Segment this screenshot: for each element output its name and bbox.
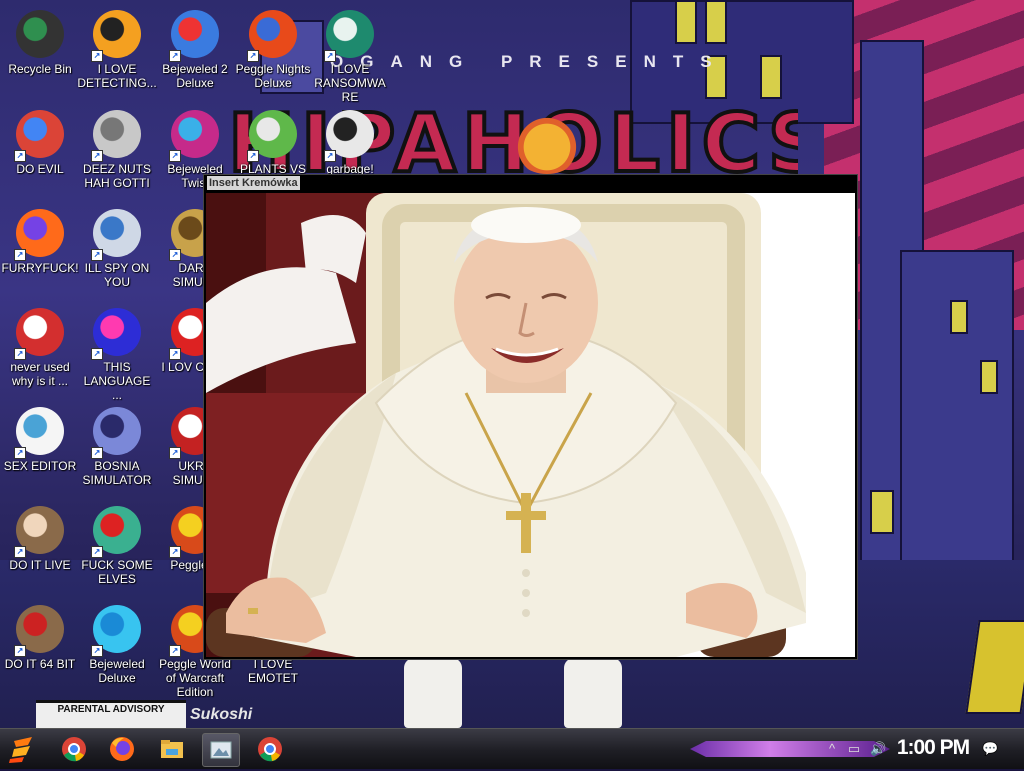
recycle-bin-icon: [16, 10, 64, 58]
desktop-icon[interactable]: ↗ ILL SPY ON YOU: [77, 203, 157, 299]
desktop-icon-label: I LOVE RANSOMWARE: [314, 62, 386, 104]
start-logo-icon: [9, 737, 32, 763]
shortcut-arrow-icon: ↗: [91, 249, 103, 261]
desktop-icon[interactable]: ↗ BOSNIA SIMULATOR: [77, 401, 157, 497]
wallpaper-window: [980, 360, 998, 394]
desktop-icon-label: FUCK SOME ELVES: [81, 558, 153, 586]
desktop-icon[interactable]: ↗ SEX EDITOR: [0, 401, 80, 497]
desktop-icon-label: BOSNIA SIMULATOR: [82, 459, 152, 487]
desktop-icon-label: I LOVE EMOTET: [248, 657, 298, 685]
shortcut-arrow-icon: ↗: [14, 546, 26, 558]
desktop-icon-label: DO IT LIVE: [9, 558, 71, 572]
shortcut-arrow-icon: ↗: [91, 447, 103, 459]
taskbar: ^ ▭ 🔊 1:00 PM 💬: [0, 728, 1024, 769]
desktop-icon-label: never used why is it ...: [10, 360, 70, 388]
desktop-icon[interactable]: ↗ Peggle Nights Deluxe: [233, 4, 313, 100]
desktop-icon[interactable]: ↗ DEEZ NUTS HAH GOTTI: [77, 104, 157, 200]
desktop-icon[interactable]: ↗ never used why is it ...: [0, 302, 80, 398]
chrome-icon: [258, 737, 282, 762]
wallpaper-window: [705, 0, 727, 44]
firefox-icon: [110, 737, 134, 761]
taskbar-file-explorer-button[interactable]: [154, 733, 190, 765]
taskbar-photo-viewer-button[interactable]: [202, 733, 240, 767]
shortcut-arrow-icon: ↗: [169, 447, 181, 459]
desktop-icon[interactable]: ↗ DO EVIL: [0, 104, 80, 200]
shortcut-arrow-icon: ↗: [91, 348, 103, 360]
shortcut-arrow-icon: ↗: [169, 546, 181, 558]
wallpaper-window: [760, 55, 782, 99]
desktop-icon-label: Recycle Bin: [8, 62, 72, 76]
notification-center-icon[interactable]: 💬: [982, 741, 998, 757]
shortcut-arrow-icon: ↗: [324, 150, 336, 162]
wallpaper-sun: [512, 114, 582, 174]
image-viewer-window[interactable]: Insert Kremówka: [203, 174, 858, 660]
desktop-icon[interactable]: Recycle Bin: [0, 4, 80, 100]
photo-image: [206, 193, 806, 657]
tray-chevron-up-icon[interactable]: ^: [824, 741, 840, 757]
desktop-icon-label: Bejeweled Deluxe: [89, 657, 145, 685]
shortcut-arrow-icon: ↗: [14, 150, 26, 162]
parental-advisory-label: PARENTAL ADVISORY: [36, 700, 186, 728]
window-title: Insert Kremówka: [207, 176, 300, 190]
shortcut-arrow-icon: ↗: [247, 50, 259, 62]
desktop-icon-label: Bejeweled 2 Deluxe: [162, 62, 228, 90]
desktop-icon-label: DO EVIL: [16, 162, 64, 176]
photo-viewer-icon: [210, 741, 232, 759]
desktop-icon[interactable]: ↗ Bejeweled Deluxe: [77, 599, 157, 695]
taskbar-chrome-button[interactable]: [56, 733, 92, 765]
file-explorer-icon: [161, 740, 183, 758]
desktop-icon[interactable]: ↗ FURRYFUCK!: [0, 203, 80, 299]
wallpaper-figure-legs: [404, 658, 632, 728]
desktop-icon[interactable]: ↗ Bejeweled 2 Deluxe: [155, 4, 235, 100]
shortcut-arrow-icon: ↗: [91, 546, 103, 558]
photo: [206, 193, 855, 657]
desktop-icon-label: Peggle World of Warcraft Edition: [159, 657, 231, 699]
shortcut-arrow-icon: ↗: [169, 645, 181, 657]
desktop-icon[interactable]: ↗ I LOVE DETECTING...: [77, 4, 157, 100]
desktop-icon[interactable]: ↗ DO IT LIVE: [0, 500, 80, 596]
shortcut-arrow-icon: ↗: [169, 249, 181, 261]
shortcut-arrow-icon: ↗: [247, 150, 259, 162]
shortcut-arrow-icon: ↗: [14, 348, 26, 360]
wallpaper-window: [870, 490, 894, 534]
desktop-icon-label: Peggle Nights Deluxe: [235, 62, 311, 90]
desktop-icon-label: SEX EDITOR: [3, 459, 77, 473]
desktop-icon[interactable]: ↗ I LOVE RANSOMWARE: [310, 4, 390, 104]
desktop-icon-label: ILL SPY ON YOU: [84, 261, 150, 289]
start-button[interactable]: [6, 733, 42, 765]
wallpaper-window: [950, 300, 968, 334]
shortcut-arrow-icon: ↗: [14, 249, 26, 261]
desktop-icon-label: DO IT 64 BIT: [4, 657, 76, 671]
desktop-icon-label: FURRYFUCK!: [1, 261, 79, 275]
shortcut-arrow-icon: ↗: [169, 50, 181, 62]
shortcut-arrow-icon: ↗: [169, 150, 181, 162]
tray-volume-icon[interactable]: 🔊: [870, 741, 886, 757]
desktop-icon-label: I LOVE DETECTING...: [77, 62, 157, 90]
shortcut-arrow-icon: ↗: [169, 348, 181, 360]
shortcut-arrow-icon: ↗: [91, 50, 103, 62]
desktop-icon[interactable]: ↗ FUCK SOME ELVES: [77, 500, 157, 596]
wallpaper-window: [675, 0, 697, 44]
shortcut-arrow-icon: ↗: [91, 150, 103, 162]
desktop-icon-label: DEEZ NUTS HAH GOTTI: [82, 162, 151, 190]
taskbar-clock[interactable]: 1:00 PM: [896, 735, 970, 761]
chrome-icon: [62, 737, 86, 762]
shortcut-arrow-icon: ↗: [14, 645, 26, 657]
desktop-icon[interactable]: ↗ DO IT 64 BIT: [0, 599, 80, 695]
shortcut-arrow-icon: ↗: [91, 645, 103, 657]
shortcut-arrow-icon: ↗: [324, 50, 336, 62]
taskbar-firefox-button[interactable]: [104, 733, 140, 765]
desktop-icon[interactable]: ↗ THIS LANGUAGE ...: [77, 302, 157, 402]
wallpaper-signature: Sukoshi: [190, 706, 253, 723]
shortcut-arrow-icon: ↗: [14, 447, 26, 459]
taskbar-chrome-button-2[interactable]: [252, 733, 288, 765]
desktop-icon-label: THIS LANGUAGE ...: [83, 360, 151, 402]
tray-network-icon[interactable]: ▭: [846, 741, 862, 757]
